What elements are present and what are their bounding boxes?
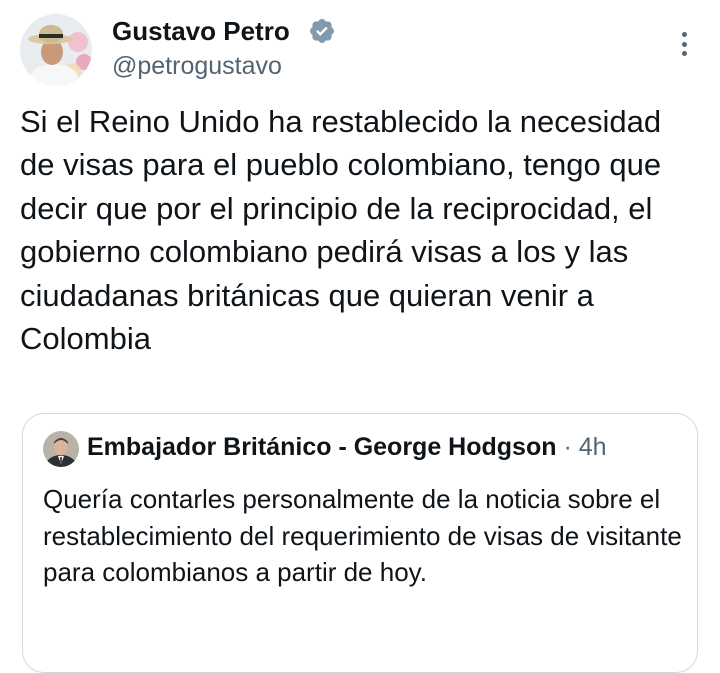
author-handle[interactable]: @petrogustavo [112,50,282,82]
more-options-icon[interactable] [674,28,694,60]
more-dot [681,32,687,37]
quoted-tweet[interactable]: Embajador Británico - George Hodgson · 4… [22,413,698,673]
more-dot [681,51,687,56]
quoted-separator: · [563,433,572,461]
verified-badge-icon [310,19,334,43]
tweet[interactable]: Gustavo Petro @petrogustavo Si el Reino … [0,0,720,673]
quoted-header: Embajador Británico - George Hodgson · 4… [87,430,607,464]
tweet-text: Si el Reino Unido ha restablecido la nec… [20,104,662,357]
quoted-time[interactable]: 4h [579,433,607,461]
quoted-author-name[interactable]: Embajador Británico - George Hodgson [87,433,557,461]
quoted-tweet-text: Quería contarles personalmente de la not… [43,484,682,587]
author-name[interactable]: Gustavo Petro [112,14,290,48]
author-avatar[interactable] [20,14,92,86]
more-dot [681,41,687,47]
quoted-author-avatar[interactable] [43,431,79,467]
